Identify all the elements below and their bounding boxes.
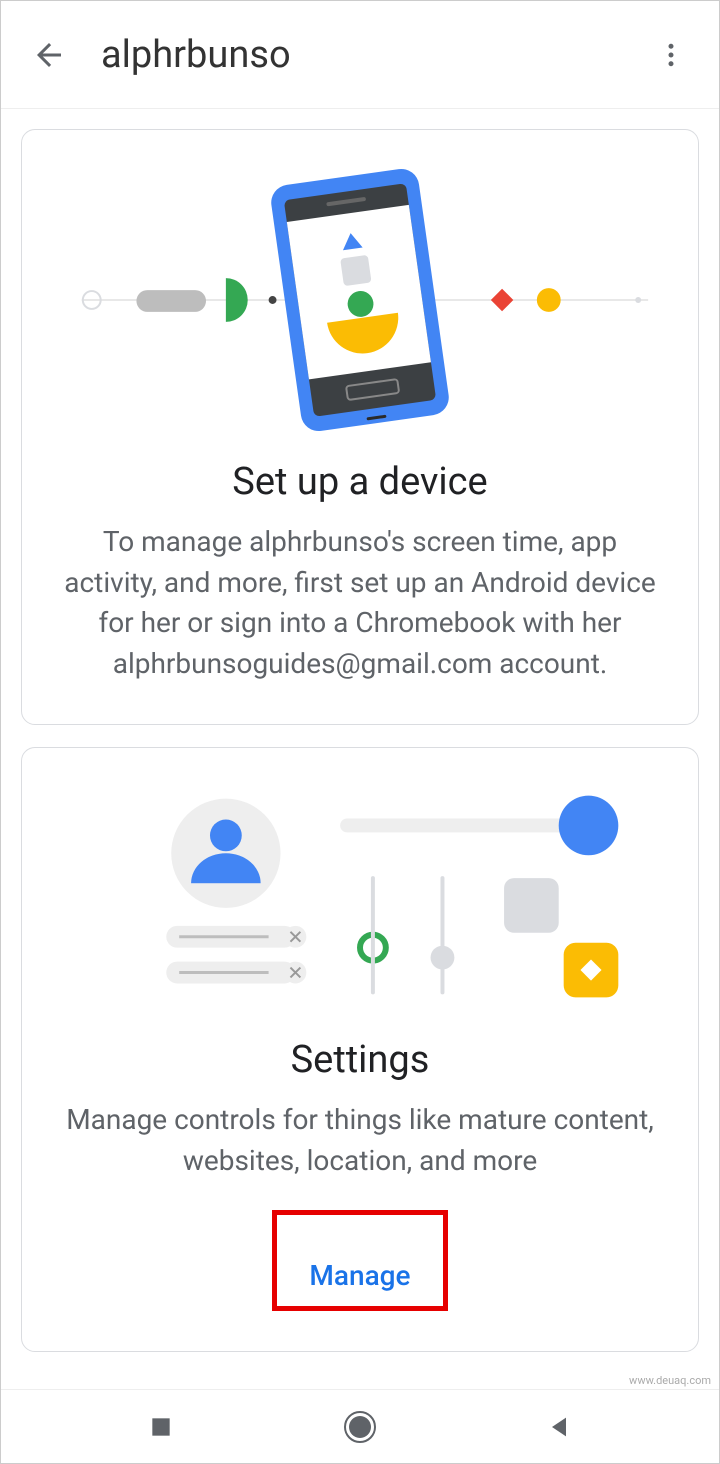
settings-card: Settings Manage controls for things like… [21, 747, 699, 1351]
overflow-menu-button[interactable] [647, 31, 695, 79]
setup-card-title: Set up a device [52, 460, 668, 504]
triangle-left-icon [545, 1413, 573, 1441]
content-area: Set up a device To manage alphrbunso's s… [1, 109, 719, 1394]
more-vert-icon [656, 40, 686, 70]
watermark-text: www.deuaq.com [629, 1374, 711, 1387]
nav-home-button[interactable] [340, 1407, 380, 1447]
square-icon [148, 1414, 174, 1440]
settings-illustration-svg [52, 778, 668, 1018]
settings-card-description: Manage controls for things like mature c… [52, 1100, 668, 1181]
setup-illustration [52, 160, 668, 440]
arrow-left-icon [31, 37, 67, 73]
nav-back-button[interactable] [539, 1407, 579, 1447]
app-header: alphrbunso [1, 1, 719, 109]
manage-button-wrapper: Manage [52, 1210, 668, 1311]
settings-illustration [52, 778, 668, 1018]
setup-device-card: Set up a device To manage alphrbunso's s… [21, 129, 699, 725]
page-title: alphrbunso [101, 33, 647, 77]
back-button[interactable] [25, 31, 73, 79]
manage-button[interactable]: Manage [277, 1245, 442, 1306]
highlight-annotation: Manage [272, 1210, 447, 1311]
nav-recent-button[interactable] [141, 1407, 181, 1447]
android-nav-bar [1, 1389, 719, 1463]
circle-icon [342, 1409, 378, 1445]
phone-illustration-svg [52, 160, 668, 440]
settings-card-title: Settings [52, 1038, 668, 1082]
setup-card-description: To manage alphrbunso's screen time, app … [52, 522, 668, 684]
